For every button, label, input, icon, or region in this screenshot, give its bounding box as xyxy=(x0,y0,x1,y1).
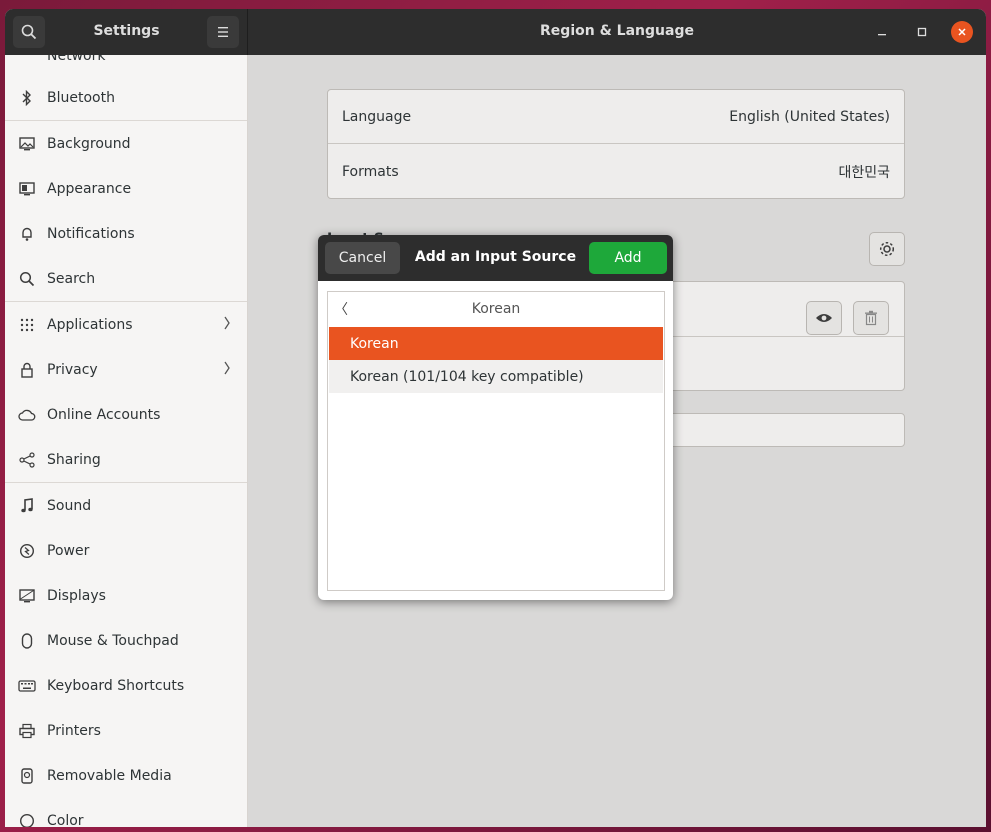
sidebar-item-background[interactable]: Background xyxy=(5,121,247,166)
dialog-header: Cancel Add an Input Source Add xyxy=(318,235,673,281)
chevron-right-icon xyxy=(223,361,231,379)
sidebar-item-label: Appearance xyxy=(47,180,132,197)
sidebar-item-label: Removable Media xyxy=(47,767,172,784)
sidebar-item-label: Privacy xyxy=(47,361,98,378)
headerbar: Settings Region & Language xyxy=(5,9,986,55)
cancel-button[interactable]: Cancel xyxy=(325,242,400,274)
maximize-button[interactable] xyxy=(911,21,933,43)
lock-icon xyxy=(18,361,36,379)
sidebar-item-sound[interactable]: Sound xyxy=(5,483,247,528)
sidebar: Network Bluetooth Background Appearance xyxy=(5,55,248,827)
sidebar-item-appearance[interactable]: Appearance xyxy=(5,166,247,211)
sidebar-item-privacy[interactable]: Privacy xyxy=(5,347,247,392)
close-button[interactable] xyxy=(951,21,973,43)
sidebar-item-label: Sharing xyxy=(47,451,101,468)
share-icon xyxy=(18,451,36,469)
mouse-icon xyxy=(18,632,36,650)
chevron-right-icon xyxy=(223,316,231,334)
menu-button[interactable] xyxy=(207,16,239,48)
sidebar-item-notifications[interactable]: Notifications xyxy=(5,211,247,256)
sidebar-item-online-accounts[interactable]: Online Accounts xyxy=(5,392,247,437)
sidebar-item-label: Applications xyxy=(47,316,133,333)
sidebar-item-color[interactable]: Color xyxy=(5,798,247,827)
sidebar-item-sharing[interactable]: Sharing xyxy=(5,437,247,482)
sidebar-item-label: Mouse & Touchpad xyxy=(47,632,179,649)
sidebar-item-label: Sound xyxy=(47,497,92,514)
dialog-title: Add an Input Source xyxy=(414,249,577,265)
bluetooth-icon xyxy=(18,89,36,107)
background-icon xyxy=(18,135,36,153)
bell-icon xyxy=(18,225,36,243)
display-icon xyxy=(18,587,36,605)
sidebar-item-mouse-touchpad[interactable]: Mouse & Touchpad xyxy=(5,618,247,663)
search-icon xyxy=(18,270,36,288)
appearance-icon xyxy=(18,180,36,198)
power-icon xyxy=(18,542,36,560)
sidebar-item-displays[interactable]: Displays xyxy=(5,573,247,618)
sidebar-item-search[interactable]: Search xyxy=(5,256,247,301)
sidebar-item-label: Search xyxy=(47,270,96,287)
sidebar-item-label: Bluetooth xyxy=(47,89,115,106)
sidebar-item-label: Online Accounts xyxy=(47,406,161,423)
sidebar-item-printers[interactable]: Printers xyxy=(5,708,247,753)
sidebar-item-bluetooth[interactable]: Bluetooth xyxy=(5,75,247,120)
music-note-icon xyxy=(18,497,36,515)
hamburger-menu-icon xyxy=(218,27,228,37)
sidebar-item-label: Keyboard Shortcuts xyxy=(47,677,185,694)
sidebar-item-label: Displays xyxy=(47,587,106,604)
list-item[interactable]: Korean xyxy=(329,327,663,360)
sidebar-item-label: Network xyxy=(47,55,106,64)
add-input-source-dialog: Cancel Add an Input Source Add 〈 Korean … xyxy=(318,235,673,600)
search-row: 〈 Korean xyxy=(328,292,664,325)
maximize-icon xyxy=(917,27,927,37)
sidebar-item-label: Notifications xyxy=(47,225,135,242)
list-item[interactable]: Korean (101/104 key compatible) xyxy=(329,360,663,393)
grid-icon xyxy=(18,316,36,334)
sidebar-item-power[interactable]: Power xyxy=(5,528,247,573)
keyboard-icon xyxy=(18,677,36,695)
headerbar-left: Settings xyxy=(5,9,248,55)
add-button[interactable]: Add xyxy=(589,242,667,274)
sidebar-item-label: Printers xyxy=(47,722,101,739)
sidebar-item-label: Color xyxy=(47,812,84,828)
printer-icon xyxy=(18,722,36,740)
minimize-icon xyxy=(878,34,886,36)
removable-media-icon xyxy=(18,767,36,785)
color-icon xyxy=(18,812,36,827)
close-icon xyxy=(958,28,966,36)
minimize-button[interactable] xyxy=(871,21,893,43)
sidebar-item-removable-media[interactable]: Removable Media xyxy=(5,753,247,798)
search-entry[interactable]: Korean xyxy=(328,301,664,317)
cloud-icon xyxy=(18,406,36,424)
input-source-list: 〈 Korean Korean Korean (101/104 key comp… xyxy=(327,291,665,591)
sidebar-item-keyboard-shortcuts[interactable]: Keyboard Shortcuts xyxy=(5,663,247,708)
settings-window: Settings Region & Language Network Bluet… xyxy=(5,9,986,827)
sidebar-item-applications[interactable]: Applications xyxy=(5,302,247,347)
sidebar-item-label: Background xyxy=(47,135,131,152)
sidebar-item-label: Power xyxy=(47,542,90,559)
